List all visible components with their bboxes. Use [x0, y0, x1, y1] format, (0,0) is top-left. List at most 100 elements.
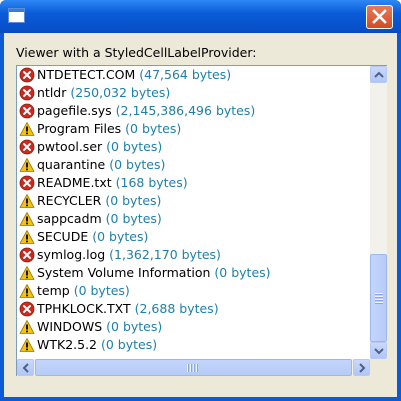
chevron-down-icon	[374, 348, 384, 355]
scrollbar-corner	[370, 359, 387, 376]
warning-icon	[19, 283, 35, 299]
vertical-scroll-thumb[interactable]	[370, 254, 387, 342]
file-list: NTDETECT.COM (47,564 bytes) ntldr (250,03…	[17, 66, 369, 356]
item-size: (0 bytes)	[73, 283, 130, 298]
item-name: WTK2.5.2	[37, 337, 97, 352]
horizontal-scrollbar[interactable]	[17, 359, 370, 376]
item-name: Program Files	[37, 121, 122, 136]
item-label: WINDOWS (0 bytes)	[37, 318, 162, 336]
item-label: symlog.log (1,362,170 bytes)	[37, 246, 221, 264]
list-item[interactable]: ntldr (250,032 bytes)	[17, 84, 369, 102]
item-name: sappcadm	[37, 211, 102, 226]
item-name: RECYCLER	[37, 193, 102, 208]
close-button[interactable]	[366, 5, 393, 29]
item-size: (168 bytes)	[115, 175, 188, 190]
close-icon	[372, 9, 387, 24]
warning-icon	[19, 193, 35, 209]
item-name: WINDOWS	[37, 319, 103, 334]
item-name: quarantine	[37, 157, 106, 172]
item-label: ntldr (250,032 bytes)	[37, 84, 170, 102]
error-icon	[19, 139, 35, 155]
error-icon	[19, 103, 35, 119]
item-name: ntldr	[37, 85, 67, 100]
file-list-viewer[interactable]: NTDETECT.COM (47,564 bytes) ntldr (250,03…	[16, 65, 387, 376]
item-size: (0 bytes)	[106, 319, 163, 334]
list-item[interactable]: WTK2.5.2 (0 bytes)	[17, 336, 369, 354]
error-icon	[19, 175, 35, 191]
item-label: temp (0 bytes)	[37, 282, 130, 300]
window-icon	[8, 8, 25, 23]
item-size: (2,145,386,496 bytes)	[115, 103, 256, 118]
item-size: (0 bytes)	[106, 139, 163, 154]
warning-icon	[19, 211, 35, 227]
error-icon	[19, 85, 35, 101]
item-label: pagefile.sys (2,145,386,496 bytes)	[37, 102, 255, 120]
list-item[interactable]: RECYCLER (0 bytes)	[17, 192, 369, 210]
item-label: pwtool.ser (0 bytes)	[37, 138, 162, 156]
item-name: System Volume Information	[37, 265, 211, 280]
list-item[interactable]: pwtool.ser (0 bytes)	[17, 138, 369, 156]
item-label: NTDETECT.COM (47,564 bytes)	[37, 66, 231, 84]
list-item[interactable]: Program Files (0 bytes)	[17, 120, 369, 138]
item-size: (1,362,170 bytes)	[109, 247, 221, 262]
error-icon	[19, 247, 35, 263]
item-size: (0 bytes)	[105, 211, 162, 226]
vertical-scrollbar[interactable]	[370, 66, 387, 359]
list-item[interactable]: README.txt (168 bytes)	[17, 174, 369, 192]
list-item[interactable]: System Volume Information (0 bytes)	[17, 264, 369, 282]
chevron-right-icon	[359, 363, 366, 373]
item-name: NTDETECT.COM	[37, 67, 136, 82]
list-item[interactable]: TPHKLOCK.TXT (2,688 bytes)	[17, 300, 369, 318]
warning-icon	[19, 229, 35, 245]
item-size: (250,032 bytes)	[70, 85, 171, 100]
item-size: (47,564 bytes)	[139, 67, 232, 82]
item-size: (0 bytes)	[92, 229, 149, 244]
item-size: (0 bytes)	[109, 157, 166, 172]
list-item[interactable]: sappcadm (0 bytes)	[17, 210, 369, 228]
horizontal-scroll-thumb[interactable]	[35, 359, 352, 376]
chevron-left-icon	[22, 363, 29, 373]
warning-icon	[19, 337, 35, 353]
list-item[interactable]: temp (0 bytes)	[17, 282, 369, 300]
warning-icon	[19, 319, 35, 335]
item-label: RECYCLER (0 bytes)	[37, 192, 161, 210]
item-name: symlog.log	[37, 247, 106, 262]
warning-icon	[19, 121, 35, 137]
item-label: README.txt (168 bytes)	[37, 174, 188, 192]
item-label: TPHKLOCK.TXT (2,688 bytes)	[37, 300, 219, 318]
error-icon	[19, 301, 35, 317]
error-icon	[19, 67, 35, 83]
title-bar[interactable]	[0, 0, 401, 33]
item-label: quarantine (0 bytes)	[37, 156, 165, 174]
scroll-up-button[interactable]	[370, 66, 387, 83]
window-client-area: Viewer with a StyledCellLabelProvider: N…	[4, 33, 397, 397]
item-name: TPHKLOCK.TXT	[37, 301, 131, 316]
item-size: (0 bytes)	[105, 193, 162, 208]
item-size: (0 bytes)	[125, 121, 182, 136]
item-label: System Volume Information (0 bytes)	[37, 264, 271, 282]
warning-icon	[19, 157, 35, 173]
list-item[interactable]: pagefile.sys (2,145,386,496 bytes)	[17, 102, 369, 120]
item-label: WTK2.5.2 (0 bytes)	[37, 336, 157, 354]
scroll-down-button[interactable]	[370, 342, 387, 359]
item-name: temp	[37, 283, 70, 298]
list-item[interactable]: SECUDE (0 bytes)	[17, 228, 369, 246]
item-name: README.txt	[37, 175, 112, 190]
list-item[interactable]: NTDETECT.COM (47,564 bytes)	[17, 66, 369, 84]
application-window: Viewer with a StyledCellLabelProvider: N…	[0, 0, 401, 401]
chevron-up-icon	[374, 71, 384, 78]
item-name: pwtool.ser	[37, 139, 103, 154]
item-label: SECUDE (0 bytes)	[37, 228, 148, 246]
warning-icon	[19, 265, 35, 281]
scroll-right-button[interactable]	[353, 359, 370, 376]
item-size: (0 bytes)	[100, 337, 158, 352]
item-label: sappcadm (0 bytes)	[37, 210, 162, 228]
list-item[interactable]: quarantine (0 bytes)	[17, 156, 369, 174]
item-name: pagefile.sys	[37, 103, 112, 118]
scroll-left-button[interactable]	[17, 359, 34, 376]
list-item[interactable]: WINDOWS (0 bytes)	[17, 318, 369, 336]
item-label: Program Files (0 bytes)	[37, 120, 181, 138]
viewer-label: Viewer with a StyledCellLabelProvider:	[16, 45, 257, 60]
item-name: SECUDE	[37, 229, 89, 244]
list-item[interactable]: symlog.log (1,362,170 bytes)	[17, 246, 369, 264]
